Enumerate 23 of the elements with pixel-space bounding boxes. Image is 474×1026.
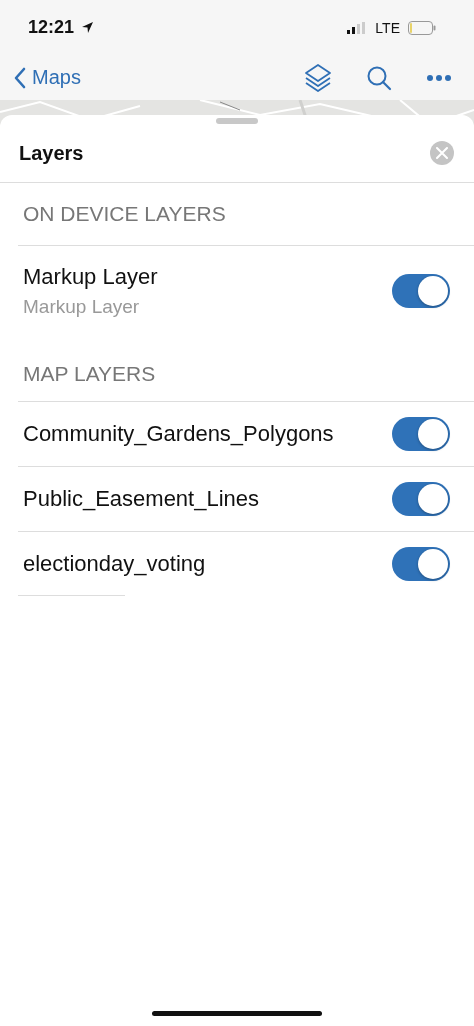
layer-toggle[interactable] [392,417,450,451]
battery-icon [408,20,436,35]
more-icon[interactable] [426,73,452,82]
back-button[interactable]: Maps [14,66,81,89]
search-icon[interactable] [366,64,392,91]
layer-toggle[interactable] [392,482,450,516]
layer-toggle[interactable] [392,547,450,581]
section-header: MAP LAYERS [23,361,156,386]
chevron-icon [14,66,26,89]
section-header: ON DEVICE LAYERS [23,202,226,226]
layer-name: Public_Easement_Lines [23,486,260,512]
network-label: LTE [375,19,400,36]
sheet-handle[interactable] [216,118,258,124]
layer-toggle[interactable] [392,274,450,308]
location-arrow-icon [81,21,95,34]
layer-name: electionday_voting [23,551,206,577]
status-time: 12:21 [28,17,75,38]
layer-name: Markup Layer [23,264,158,290]
sheet-title: Layers [19,141,84,165]
layer-name: Community_Gardens_Polygons [23,421,334,447]
layer-subtitle: Markup Layer [23,296,141,318]
layers-icon[interactable] [304,62,332,93]
signal-icon [347,21,368,34]
